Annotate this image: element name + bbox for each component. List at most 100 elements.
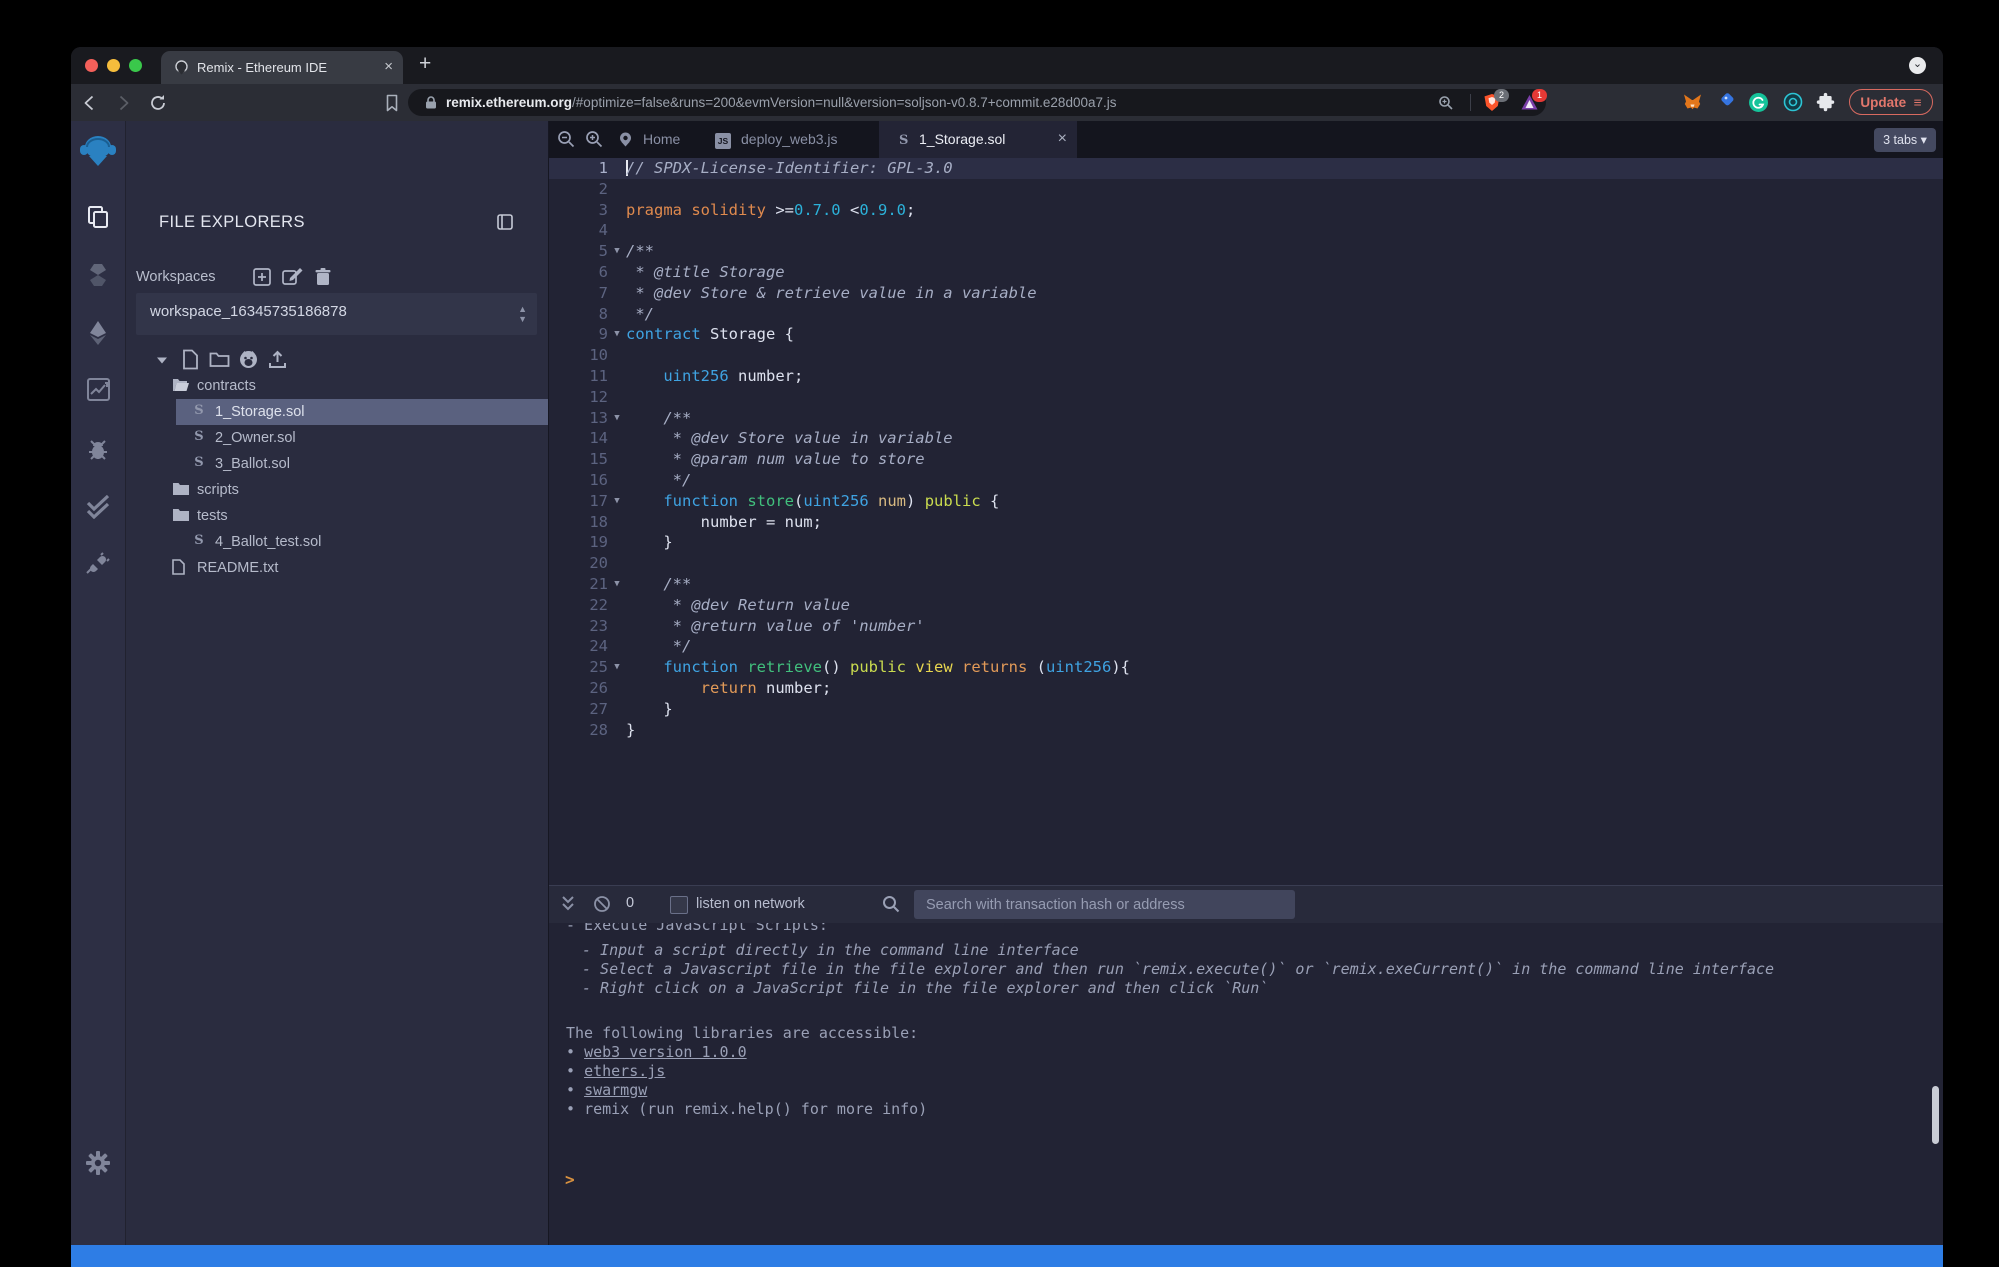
zoom-in-icon[interactable] — [585, 130, 603, 148]
create-workspace-icon[interactable] — [252, 267, 272, 287]
new-file-icon[interactable] — [182, 349, 199, 370]
url-domain: remix.ethereum.org — [446, 95, 573, 110]
fold-arrow-icon[interactable]: ▼ — [608, 491, 626, 512]
terminal-link[interactable]: • web3 version 1.0.0 — [566, 1043, 1943, 1062]
panel-menu-icon[interactable] — [496, 213, 514, 231]
tree-item-3_Ballot.sol[interactable]: S 3_Ballot.sol — [126, 451, 548, 477]
code-line-6: 6 * @title Storage — [598, 262, 785, 281]
code-line-23: 23 * @return value of 'number' — [589, 616, 925, 635]
tag-extension-icon[interactable] — [1716, 92, 1738, 114]
debugger-icon[interactable] — [71, 437, 125, 463]
unit-testing-icon[interactable] — [71, 495, 125, 519]
solidity-icon: S — [194, 533, 204, 549]
rename-workspace-icon[interactable] — [281, 267, 303, 287]
terminal-search-input[interactable] — [914, 890, 1295, 919]
reload-button[interactable] — [147, 92, 169, 114]
folder-icon — [172, 482, 190, 496]
browser-tab[interactable]: Remix - Ethereum IDE × — [161, 51, 403, 84]
code-line-28: 28} — [589, 720, 636, 739]
new-tab-button[interactable]: + — [419, 52, 431, 76]
zoom-out-icon[interactable] — [557, 130, 575, 148]
code-line-18: 18 number = num; — [589, 512, 822, 531]
upload-file-icon[interactable] — [268, 349, 287, 369]
fold-arrow-icon[interactable]: ▼ — [608, 324, 626, 345]
minimize-window-button[interactable] — [107, 59, 120, 72]
code-line-5: 5 ▼/** — [598, 241, 654, 262]
github-clone-icon[interactable] — [238, 349, 259, 370]
tree-item-contracts[interactable]: contracts — [126, 373, 548, 399]
remix-favicon-icon — [173, 59, 190, 76]
grammarly-extension-icon[interactable] — [1748, 92, 1770, 114]
update-button[interactable]: Update ≡ — [1849, 89, 1933, 115]
fullscreen-window-button[interactable] — [129, 59, 142, 72]
terminal-line: The following libraries are accessible: — [566, 1024, 919, 1042]
url-bar[interactable]: remix.ethereum.org/#optimize=false&runs=… — [408, 89, 1547, 116]
code-line-20: 20 — [589, 554, 608, 573]
static-analysis-icon[interactable] — [71, 377, 125, 402]
close-window-button[interactable] — [85, 59, 98, 72]
fold-arrow-icon[interactable]: ▼ — [608, 657, 626, 678]
file-tree: contracts S 1_Storage.sol S 2_Owner.sol S 3_Ba… — [126, 373, 548, 581]
code-line-11: 11 uint256 number; — [589, 366, 804, 385]
back-button[interactable] — [79, 92, 101, 114]
terminal-link[interactable]: • swarmgw — [566, 1081, 1943, 1100]
code-line-12: 12 — [589, 387, 608, 406]
tree-item-README.txt[interactable]: README.txt — [126, 555, 548, 581]
tree-item-tests[interactable]: tests — [126, 503, 548, 529]
terminal-line: - Right click on a JavaScript file in th… — [582, 979, 1269, 997]
code-editor[interactable]: 1// SPDX-License-Identifier: GPL-3.0 2 3 pr… — [549, 158, 1943, 885]
tabs-count-button[interactable]: 3 tabs ▾ — [1874, 128, 1936, 152]
terminal-output[interactable]: > - Execute JavaScript Scripts: - Input a… — [549, 923, 1943, 1245]
code-line-2: 2 — [598, 179, 608, 198]
tab-storage-sol[interactable]: S 1_Storage.sol × — [879, 121, 1077, 158]
profile-menu-button[interactable]: ⌄ — [1909, 57, 1926, 74]
teal-extension-icon[interactable] — [1783, 92, 1805, 114]
remix-tab-icon — [617, 131, 634, 148]
workspace-select[interactable]: workspace_16345735186878 ▲ ▼ — [136, 293, 537, 335]
browser-window: Remix - Ethereum IDE × + ⌄ remix.ethereu… — [71, 47, 1943, 1267]
tree-item-4_Ballot_test.sol[interactable]: S 4_Ballot_test.sol — [126, 529, 548, 555]
tree-item-2_Owner.sol[interactable]: S 2_Owner.sol — [126, 425, 548, 451]
tab-home[interactable]: Home — [617, 121, 705, 158]
delete-workspace-icon[interactable] — [314, 267, 332, 287]
tab-close-icon[interactable]: × — [1058, 130, 1067, 148]
code-line-16: 16 */ — [589, 470, 692, 489]
tree-item-scripts[interactable]: scripts — [126, 477, 548, 503]
collapse-caret-icon[interactable] — [156, 354, 168, 366]
shield-badge: 2 — [1494, 89, 1509, 102]
deploy-run-icon[interactable] — [71, 320, 125, 346]
forward-button[interactable] — [112, 92, 134, 114]
terminal-scrollbar[interactable] — [1932, 1086, 1939, 1144]
listen-network-checkbox[interactable] — [670, 896, 688, 914]
tree-item-1_Storage.sol[interactable]: S 1_Storage.sol — [126, 399, 548, 425]
metamask-extension-icon[interactable] — [1682, 92, 1704, 114]
solidity-compiler-icon[interactable] — [71, 262, 125, 288]
tab-deploy-web3[interactable]: JS deploy_web3.js — [715, 121, 873, 158]
clear-console-icon[interactable] — [593, 895, 611, 913]
terminal-link[interactable]: • ethers.js — [566, 1062, 1943, 1081]
code-line-14: 14 * @dev Store value in variable — [589, 429, 953, 448]
tab-close-icon[interactable]: × — [384, 58, 393, 75]
brave-shield-icon[interactable]: 2 — [1483, 89, 1509, 112]
browser-toolbar: remix.ethereum.org/#optimize=false&runs=… — [71, 84, 1943, 121]
bookmark-sidebar-icon[interactable] — [381, 92, 403, 114]
file-icon — [172, 558, 190, 575]
code-line-24: 24 */ — [589, 637, 692, 656]
settings-gear-icon[interactable] — [71, 1150, 125, 1176]
fold-arrow-icon[interactable]: ▼ — [608, 241, 626, 262]
fold-arrow-icon[interactable]: ▼ — [608, 408, 626, 429]
new-folder-icon[interactable] — [209, 351, 230, 368]
folder-icon — [172, 508, 190, 522]
plugin-manager-icon[interactable] — [71, 551, 125, 577]
editor-tabbar: Home JS deploy_web3.js S 1_Storage.sol ×… — [549, 121, 1943, 158]
adguard-icon[interactable]: 1 — [1520, 89, 1547, 112]
file-tree-toolbar — [126, 349, 548, 373]
fold-arrow-icon[interactable]: ▼ — [608, 574, 626, 595]
remix-logo-icon[interactable] — [71, 132, 125, 172]
remix-app: FILE EXPLORERS Workspaces workspace_1634… — [71, 121, 1943, 1245]
zoom-page-icon[interactable] — [1438, 95, 1454, 111]
expand-terminal-icon[interactable] — [560, 895, 576, 913]
file-explorer-icon[interactable] — [71, 204, 125, 230]
extensions-puzzle-icon[interactable] — [1815, 92, 1837, 114]
code-line-17: 17 ▼ function store(uint256 num) public { — [589, 491, 1000, 512]
